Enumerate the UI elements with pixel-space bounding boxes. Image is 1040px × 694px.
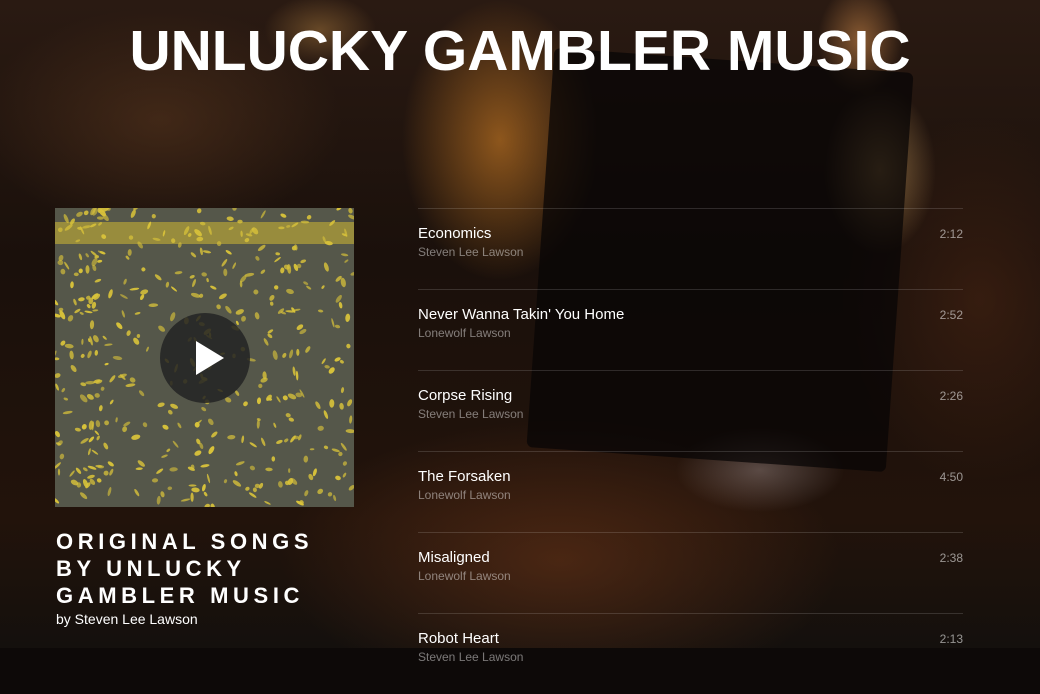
track-title: Economics xyxy=(418,225,492,242)
track-row[interactable]: Never Wanna Takin' You Home Lonewolf Law… xyxy=(418,289,963,370)
track-title: Misaligned xyxy=(418,549,490,566)
track-row[interactable]: Corpse Rising Steven Lee Lawson 2:26 xyxy=(418,370,963,451)
track-duration: 2:52 xyxy=(939,308,963,322)
album-byline: by Steven Lee Lawson xyxy=(56,611,198,627)
track-list: Economics Steven Lee Lawson 2:12 Never W… xyxy=(418,208,963,694)
track-artist: Lonewolf Lawson xyxy=(418,326,511,340)
track-duration: 2:13 xyxy=(939,632,963,646)
track-duration: 2:26 xyxy=(939,389,963,403)
track-artist: Lonewolf Lawson xyxy=(418,488,511,502)
track-artist: Lonewolf Lawson xyxy=(418,569,511,583)
track-title: Never Wanna Takin' You Home xyxy=(418,306,625,323)
track-title: The Forsaken xyxy=(418,468,511,485)
track-duration: 2:38 xyxy=(939,551,963,565)
play-button[interactable] xyxy=(160,313,250,403)
track-row[interactable]: Misaligned Lonewolf Lawson 2:38 xyxy=(418,532,963,613)
track-artist: Steven Lee Lawson xyxy=(418,650,524,664)
track-row[interactable]: Economics Steven Lee Lawson 2:12 xyxy=(418,208,963,289)
track-title: Corpse Rising xyxy=(418,387,513,404)
track-duration: 2:12 xyxy=(939,227,963,241)
track-artist: Steven Lee Lawson xyxy=(418,407,524,421)
track-title: Robot Heart xyxy=(418,630,499,647)
track-row[interactable]: Robot Heart Steven Lee Lawson 2:13 xyxy=(418,613,963,694)
play-icon xyxy=(196,341,224,375)
site-title: UNLUCKY GAMBLER MUSIC xyxy=(129,19,911,83)
track-duration: 4:50 xyxy=(939,470,963,484)
album-title: ORIGINAL SONGS BY UNLUCKY GAMBLER MUSIC xyxy=(56,529,314,608)
track-artist: Steven Lee Lawson xyxy=(418,245,524,259)
track-row[interactable]: The Forsaken Lonewolf Lawson 4:50 xyxy=(418,451,963,532)
